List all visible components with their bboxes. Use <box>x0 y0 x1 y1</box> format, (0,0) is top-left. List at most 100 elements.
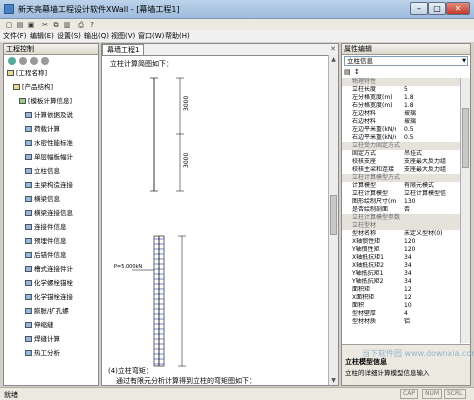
menu-window[interactable]: 窗口(W) <box>138 31 164 41</box>
print-icon[interactable]: ⎙ <box>76 20 86 30</box>
property-value[interactable]: 12 <box>404 294 460 302</box>
tree-item[interactable]: 膨胀/扩孔螺 <box>25 307 69 316</box>
property-value[interactable]: 0.5 <box>404 126 460 134</box>
property-category[interactable]: 物理特性 <box>342 78 460 86</box>
cut-icon[interactable]: ✂ <box>40 20 50 30</box>
tree-item[interactable]: [产品结构] <box>13 83 53 92</box>
menu-output[interactable]: 输出(Q) <box>84 31 109 41</box>
property-category[interactable]: 立柱型材 <box>342 222 460 230</box>
property-value[interactable]: 0.5 <box>404 134 460 142</box>
close-button[interactable]: ✕ <box>446 2 470 15</box>
property-value[interactable]: 120 <box>404 246 460 254</box>
property-value[interactable]: 有限元模式 <box>404 182 460 190</box>
property-row[interactable]: 计算模型 有限元模式 <box>342 182 460 190</box>
property-row[interactable]: X轴惯性矩 120 <box>342 238 460 246</box>
property-row[interactable]: 型材名称 未定义型材(0) <box>342 230 460 238</box>
add-node-icon[interactable] <box>8 57 16 65</box>
property-value[interactable]: 34 <box>404 278 460 286</box>
property-row[interactable]: 面积矩 12 <box>342 286 460 294</box>
property-value[interactable]: 120 <box>404 238 460 246</box>
property-value[interactable]: 1.8 <box>404 102 460 110</box>
tree-item[interactable]: 横梁连接信息 <box>25 209 73 218</box>
property-row[interactable]: Y轴抵抗矩1 34 <box>342 270 460 278</box>
property-value[interactable]: 未定义型材(0) <box>404 230 460 238</box>
property-row[interactable]: 校核支座 支座最大反力组 <box>342 158 460 166</box>
property-selector[interactable]: 立柱信息 ▼ <box>344 56 468 66</box>
menu-settings[interactable]: 设置(S) <box>57 31 81 41</box>
property-row[interactable]: 校核主梁和连接 支座最大反力组 <box>342 166 460 174</box>
property-row[interactable]: X轴抵抗矩1 34 <box>342 254 460 262</box>
settings-node-icon[interactable] <box>41 57 49 65</box>
scroll-up-icon[interactable]: ▲ <box>330 56 337 63</box>
property-category[interactable]: 立柱计算模型方式 <box>342 174 460 182</box>
property-row[interactable]: 图形绘制尺寸(mm) 130 <box>342 198 460 206</box>
property-row[interactable]: Y轴抵抗矩2 34 <box>342 278 460 286</box>
property-row[interactable]: 立柱计算模型 立柱计算模型信 <box>342 190 460 198</box>
menu-edit[interactable]: 编辑(E) <box>30 31 54 41</box>
new-icon[interactable]: ▢ <box>4 20 14 30</box>
tree-item[interactable]: 焊缝计算 <box>25 335 60 344</box>
property-row[interactable]: 型材壁厚 4 <box>342 310 460 318</box>
move-node-icon[interactable] <box>30 57 38 65</box>
document-scrollbar[interactable]: ▲ ▼ <box>328 55 338 385</box>
tree-item[interactable]: 单层幅板幅计 <box>25 153 73 162</box>
property-row[interactable]: 左边材料 玻璃 <box>342 110 460 118</box>
property-value[interactable]: 立柱计算模型信 <box>404 190 460 198</box>
property-value[interactable]: 130 <box>404 198 460 206</box>
tree-item[interactable]: 化学锚栓连接 <box>25 293 73 302</box>
property-row[interactable]: 右边平米重(kN/m²) 0.5 <box>342 134 460 142</box>
tree-item[interactable]: 槽式连接件计 <box>25 265 73 274</box>
tree-item[interactable]: 后锚件信息 <box>25 251 67 260</box>
tree-item[interactable]: 预埋件信息 <box>25 237 67 246</box>
remove-node-icon[interactable] <box>19 57 27 65</box>
minimize-button[interactable]: – <box>410 2 428 15</box>
property-row[interactable]: X轴抵抗矩2 34 <box>342 262 460 270</box>
property-value[interactable]: 34 <box>404 270 460 278</box>
property-value[interactable]: 4 <box>404 310 460 318</box>
property-value[interactable]: 34 <box>404 254 460 262</box>
tree-item[interactable]: 立柱信息 <box>25 167 60 176</box>
property-value[interactable]: 10 <box>404 302 460 310</box>
paste-icon[interactable]: ▥ <box>62 20 72 30</box>
save-icon[interactable]: ▣ <box>26 20 36 30</box>
property-row[interactable]: 左分格宽度(m) 1.8 <box>342 94 460 102</box>
menu-file[interactable]: 文件(F) <box>3 31 27 41</box>
property-value[interactable]: 支座最大反力组 <box>404 166 460 174</box>
tree-item[interactable]: 水密性能标准 <box>25 139 73 148</box>
property-value[interactable]: 玻璃 <box>404 110 460 118</box>
property-row[interactable]: 面积 10 <box>342 302 460 310</box>
copy-icon[interactable]: ⧉ <box>51 20 61 30</box>
maximize-button[interactable]: □ <box>428 2 446 15</box>
sort-category-icon[interactable]: ▤ <box>344 68 351 76</box>
property-value[interactable]: 12 <box>404 286 460 294</box>
scroll-thumb[interactable] <box>330 195 337 235</box>
property-value[interactable]: 否 <box>404 206 460 214</box>
property-row[interactable]: 右分格宽度(m) 1.8 <box>342 102 460 110</box>
menu-help[interactable]: 帮助(H) <box>165 31 190 41</box>
property-value[interactable]: 吊挂式 <box>404 150 460 158</box>
menu-view[interactable]: 视图(V) <box>111 31 135 41</box>
scroll-down-icon[interactable]: ▼ <box>330 377 337 384</box>
property-row[interactable]: Y轴惯性矩 120 <box>342 246 460 254</box>
close-tab-icon[interactable]: ✕ <box>330 45 336 53</box>
property-value[interactable]: 34 <box>404 262 460 270</box>
property-row[interactable]: 是否绘制剖面 否 <box>342 206 460 214</box>
tree-item[interactable]: 荷载计算 <box>25 125 60 134</box>
open-icon[interactable]: ▤ <box>15 20 25 30</box>
tree-item[interactable]: 化学螺栓锚栓 <box>25 279 73 288</box>
property-row[interactable]: 立柱长度 5 <box>342 86 460 94</box>
property-value[interactable]: 1.8 <box>404 94 460 102</box>
property-row[interactable]: 右边材料 玻璃 <box>342 118 460 126</box>
property-category[interactable]: 立柱计算模型参数 <box>342 214 460 222</box>
property-value[interactable]: 玻璃 <box>404 118 460 126</box>
property-value[interactable]: 支座最大反力组 <box>404 158 460 166</box>
property-row[interactable]: 型材材质 铝 <box>342 318 460 326</box>
tab-project[interactable]: 幕墙工程1 <box>102 44 145 55</box>
property-row[interactable]: X面积矩 12 <box>342 294 460 302</box>
property-scrollbar[interactable] <box>460 78 470 343</box>
property-scroll-thumb[interactable] <box>462 108 469 168</box>
property-value[interactable]: 5 <box>404 86 460 94</box>
tree-item[interactable]: 横梁信息 <box>25 195 60 204</box>
property-row[interactable]: 左边平米重(kN/m²) 0.5 <box>342 126 460 134</box>
tree-item[interactable]: 热工分析 <box>25 349 60 358</box>
